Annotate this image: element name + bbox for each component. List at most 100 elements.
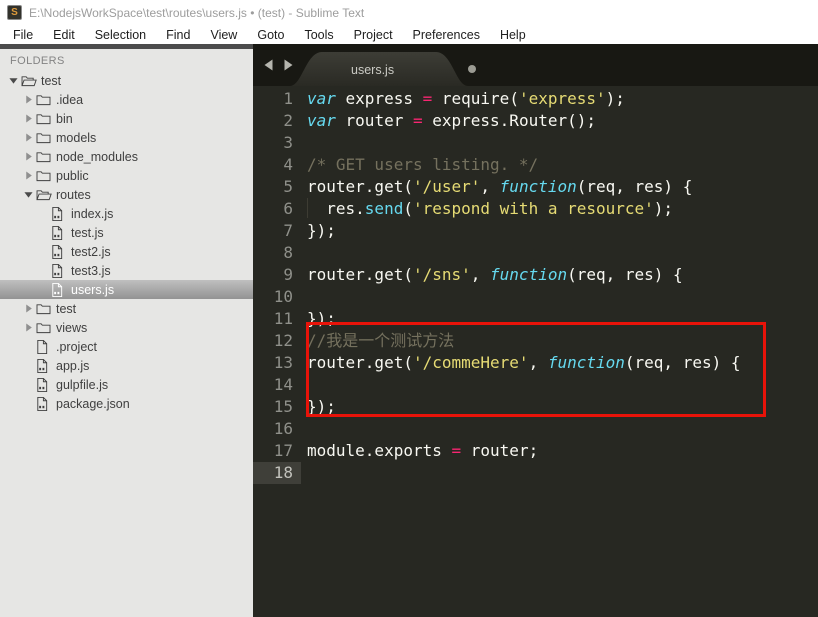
tree-item--project[interactable]: .project <box>0 337 253 356</box>
tree-item-test2-js[interactable]: test2.js <box>0 242 253 261</box>
token-str: '/user' <box>412 177 481 196</box>
tree-item-routes[interactable]: routes <box>0 185 253 204</box>
tree-item-app-js[interactable]: app.js <box>0 356 253 375</box>
tree-item-label: package.json <box>56 396 130 411</box>
line-text[interactable] <box>301 374 307 396</box>
tab-scroll-left-icon[interactable] <box>263 59 274 71</box>
line-number[interactable]: 5 <box>253 176 301 198</box>
line-text[interactable]: }); <box>301 308 336 330</box>
line-text[interactable] <box>301 242 307 264</box>
tree-item--idea[interactable]: .idea <box>0 90 253 109</box>
window-title: E:\NodejsWorkSpace\test\routes\users.js … <box>29 5 365 20</box>
line-number[interactable]: 17 <box>253 440 301 462</box>
line-text[interactable] <box>301 132 307 154</box>
token-str: 'respond with a resource' <box>412 199 654 218</box>
menu-view[interactable]: View <box>200 28 247 42</box>
token-pl: ); <box>653 199 674 218</box>
tree-item-test-js[interactable]: test.js <box>0 223 253 242</box>
token-pl: , <box>528 353 548 372</box>
line-text[interactable]: //我是一个测试方法 <box>301 330 454 352</box>
line-text[interactable]: module.exports = router; <box>301 440 538 462</box>
tree-item-bin[interactable]: bin <box>0 109 253 128</box>
tree-item-package-json[interactable]: package.json <box>0 394 253 413</box>
tree-item-public[interactable]: public <box>0 166 253 185</box>
menu-goto[interactable]: Goto <box>247 28 294 42</box>
arrow-down-icon[interactable] <box>6 76 21 85</box>
line-text[interactable]: var router = express.Router(); <box>301 110 596 132</box>
line-number[interactable]: 10 <box>253 286 301 308</box>
code-area[interactable]: 1 var express = require('express'); 2 var r… <box>253 86 818 617</box>
tree-item-users-js[interactable]: users.js <box>0 280 253 299</box>
line-number[interactable]: 8 <box>253 242 301 264</box>
main-split: FOLDERS test .idea bin models node_modules pu… <box>0 44 818 617</box>
line-number[interactable]: 3 <box>253 132 301 154</box>
tree-item-gulpfile-js[interactable]: gulpfile.js <box>0 375 253 394</box>
menu-find[interactable]: Find <box>156 28 200 42</box>
token-op: = <box>422 89 433 108</box>
menu-file[interactable]: File <box>3 28 43 42</box>
tree-item-test3-js[interactable]: test3.js <box>0 261 253 280</box>
folder-icon <box>36 302 55 315</box>
line-number[interactable]: 14 <box>253 374 301 396</box>
line-text[interactable] <box>301 286 307 308</box>
menu-tools[interactable]: Tools <box>294 28 343 42</box>
line-text[interactable]: }); <box>301 396 336 418</box>
folder-icon <box>36 131 55 144</box>
arrow-right-icon[interactable] <box>21 171 36 180</box>
arrow-right-icon[interactable] <box>21 152 36 161</box>
tree-item-label: views <box>56 320 88 335</box>
token-pl: (req, res) { <box>576 177 693 196</box>
tree-item-models[interactable]: models <box>0 128 253 147</box>
token-pl: express.Router(); <box>422 111 596 130</box>
menu-project[interactable]: Project <box>344 28 403 42</box>
line-number[interactable]: 15 <box>253 396 301 418</box>
token-op: = <box>451 441 462 460</box>
tree-item-label: test2.js <box>71 244 111 259</box>
tree-item-test[interactable]: test <box>0 71 253 90</box>
line-number[interactable]: 2 <box>253 110 301 132</box>
tab-modified-dot-icon <box>468 65 476 73</box>
arrow-right-icon[interactable] <box>21 114 36 123</box>
token-pl: router <box>335 111 413 130</box>
tree-item-node-modules[interactable]: node_modules <box>0 147 253 166</box>
menu-selection[interactable]: Selection <box>85 28 156 42</box>
arrow-down-icon[interactable] <box>21 190 36 199</box>
line-text[interactable]: /* GET users listing. */ <box>301 154 538 176</box>
menu-help[interactable]: Help <box>490 28 536 42</box>
line-text[interactable]: router.get('/user', function(req, res) { <box>301 176 692 198</box>
code-line-18: 18 <box>253 462 818 484</box>
line-text[interactable]: var express = require('express'); <box>301 88 625 110</box>
arrow-right-icon[interactable] <box>21 304 36 313</box>
line-text[interactable] <box>301 462 307 484</box>
line-number[interactable]: 6 <box>253 198 301 220</box>
line-number[interactable]: 7 <box>253 220 301 242</box>
line-number[interactable]: 12 <box>253 330 301 352</box>
tree-item-test[interactable]: test <box>0 299 253 318</box>
line-text[interactable]: res.send('respond with a resource'); <box>301 198 673 220</box>
line-number[interactable]: 13 <box>253 352 301 374</box>
tab-users-js[interactable]: users.js <box>290 52 476 86</box>
token-cmt: //我是一个测试方法 <box>307 331 455 350</box>
menu-preferences[interactable]: Preferences <box>403 28 490 42</box>
line-number[interactable]: 4 <box>253 154 301 176</box>
title-bar: S E:\NodejsWorkSpace\test\routes\users.j… <box>0 0 818 25</box>
line-number[interactable]: 16 <box>253 418 301 440</box>
tree-item-views[interactable]: views <box>0 318 253 337</box>
sublime-text-app-icon[interactable]: S <box>7 5 22 20</box>
tree-item-index-js[interactable]: index.js <box>0 204 253 223</box>
file-icon <box>36 339 55 354</box>
line-text[interactable]: }); <box>301 220 336 242</box>
line-text[interactable] <box>301 418 307 440</box>
token-str: 'express' <box>518 89 606 108</box>
menu-edit[interactable]: Edit <box>43 28 85 42</box>
arrow-right-icon[interactable] <box>21 133 36 142</box>
line-number[interactable]: 18 <box>253 462 301 484</box>
line-number[interactable]: 1 <box>253 88 301 110</box>
folder-open-icon <box>21 74 40 87</box>
line-text[interactable]: router.get('/sns', function(req, res) { <box>301 264 683 286</box>
arrow-right-icon[interactable] <box>21 95 36 104</box>
arrow-right-icon[interactable] <box>21 323 36 332</box>
line-number[interactable]: 9 <box>253 264 301 286</box>
line-number[interactable]: 11 <box>253 308 301 330</box>
line-text[interactable]: router.get('/commeHere', function(req, r… <box>301 352 740 374</box>
